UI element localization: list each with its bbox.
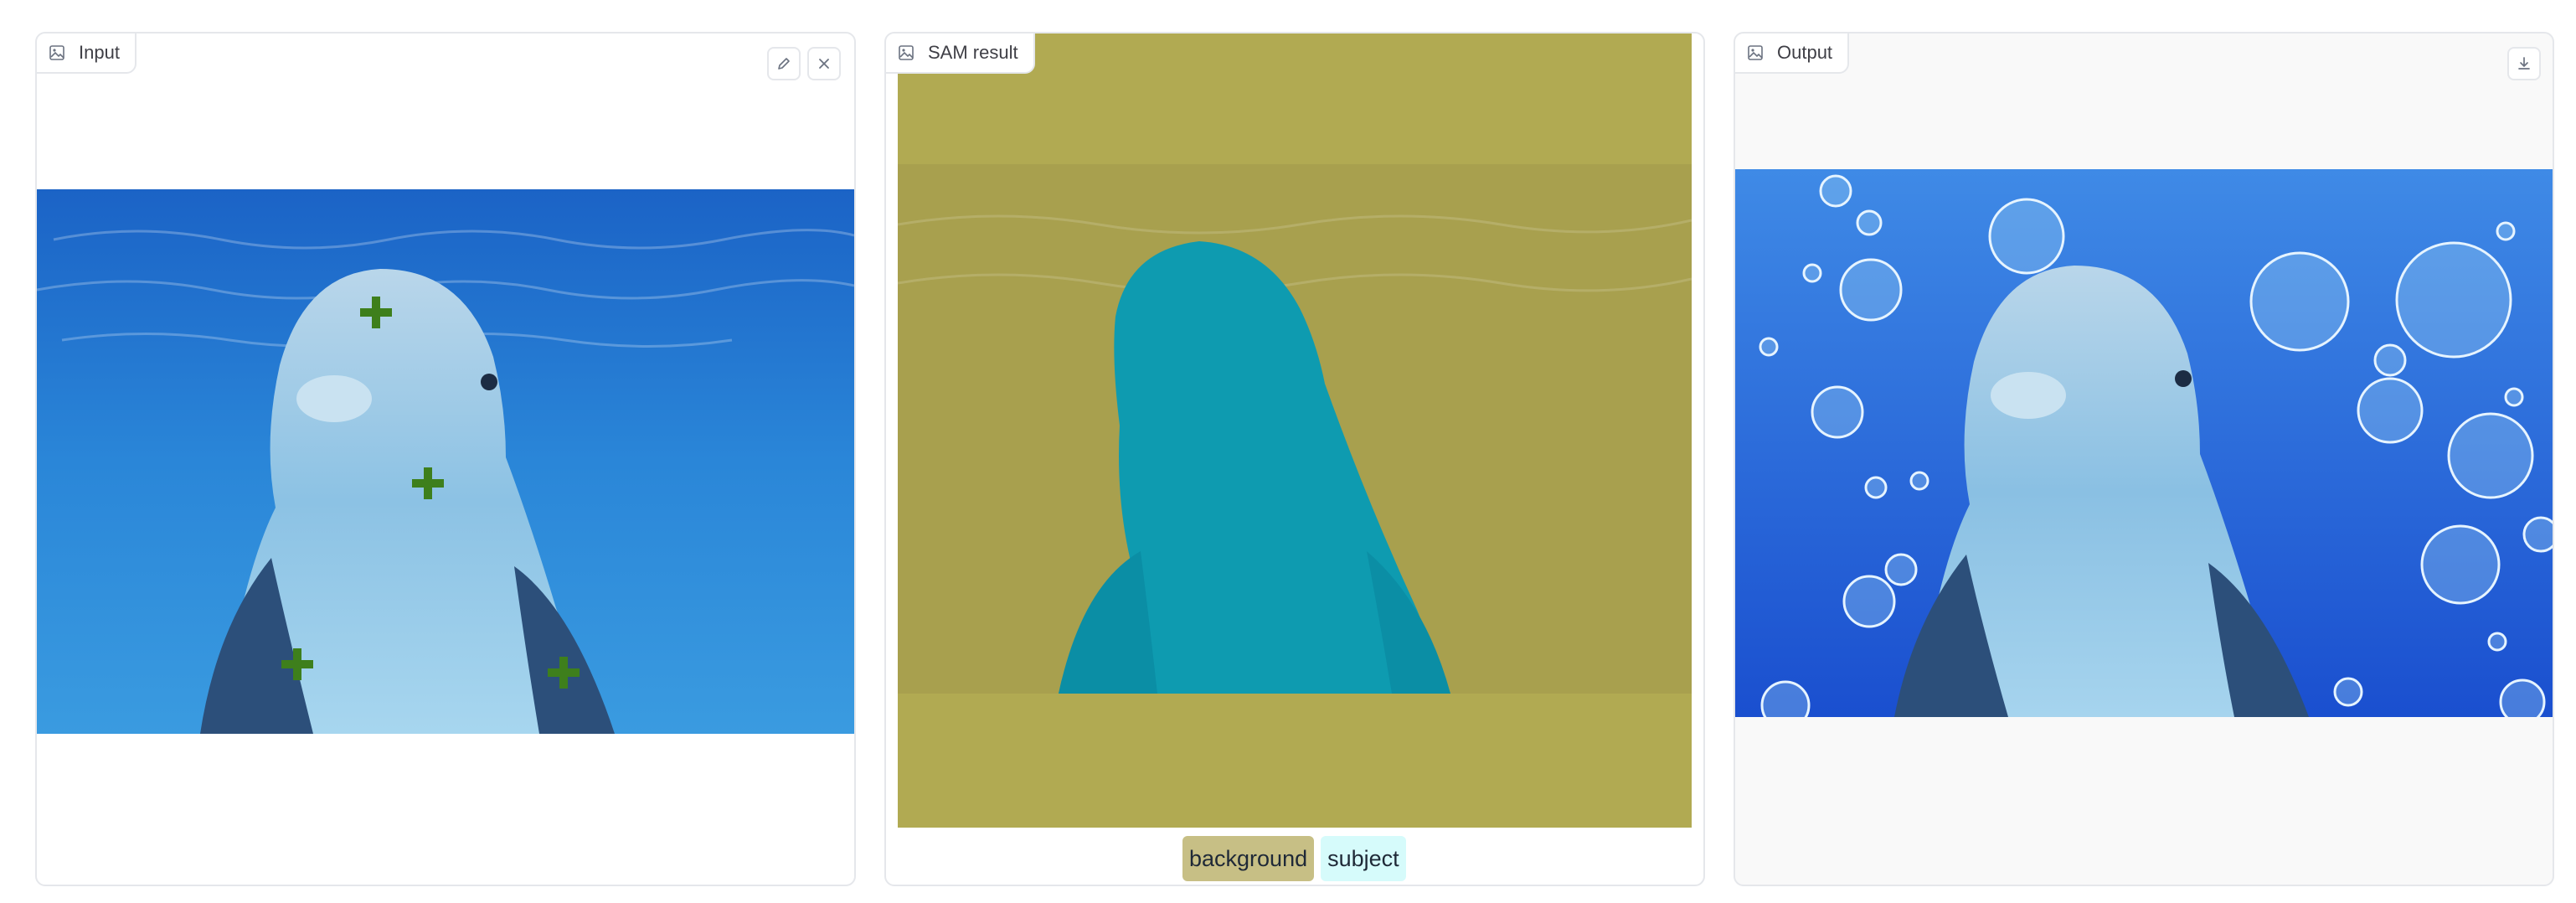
legend-item-background[interactable]: background xyxy=(1182,836,1315,881)
input-label-text: Input xyxy=(79,42,120,63)
close-icon xyxy=(819,59,829,69)
output-label-text: Output xyxy=(1777,42,1833,63)
image-icon xyxy=(899,45,914,60)
segmentation-legend: background subject xyxy=(1182,836,1406,881)
pencil-icon xyxy=(778,58,790,70)
input-label: Input xyxy=(37,34,137,74)
input-panel: Input xyxy=(35,32,856,886)
segmentation-image[interactable] xyxy=(898,32,1692,828)
legend-label-background: background xyxy=(1189,845,1308,871)
input-image[interactable] xyxy=(37,189,854,734)
sam-result-label: SAM result xyxy=(886,34,1035,74)
output-label: Output xyxy=(1735,34,1850,74)
sam-result-label-text: SAM result xyxy=(928,42,1018,63)
output-panel: Output xyxy=(1734,32,2554,886)
clear-button[interactable] xyxy=(807,47,841,80)
legend-item-subject[interactable]: subject xyxy=(1321,836,1406,881)
legend-label-subject: subject xyxy=(1327,845,1399,871)
image-icon xyxy=(49,45,64,60)
image-icon xyxy=(1748,45,1763,60)
download-button[interactable] xyxy=(2507,47,2541,80)
sam-result-panel: SAM result background subject xyxy=(884,32,1705,886)
edit-button[interactable] xyxy=(767,47,801,80)
download-icon xyxy=(2518,57,2530,70)
output-image[interactable] xyxy=(1735,169,2553,717)
